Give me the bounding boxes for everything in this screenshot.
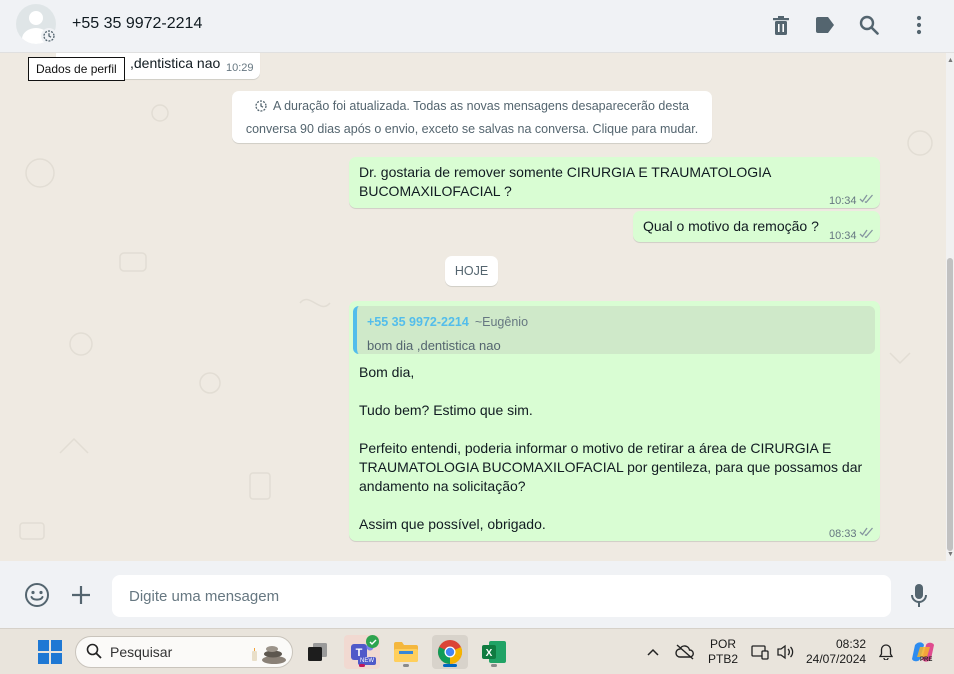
disappearing-timer-icon	[41, 28, 57, 44]
search-icon[interactable]	[856, 12, 882, 38]
svg-text:X: X	[486, 648, 493, 659]
running-indicator	[491, 664, 497, 667]
chat-scrollbar[interactable]: ▲ ▼	[946, 53, 954, 561]
message-input[interactable]	[112, 575, 891, 617]
clock[interactable]: 08:32 24/07/2024	[806, 637, 866, 667]
search-label: Pesquisar	[110, 644, 173, 660]
double-check-icon	[859, 226, 874, 245]
quote-text: bom dia ,dentistica nao	[367, 338, 501, 353]
chrome-app-icon[interactable]	[432, 635, 468, 669]
quoted-message[interactable]: +55 35 9972-2214 ~Eugênio bom dia ,dentis…	[353, 306, 875, 354]
language-line-1: POR	[709, 637, 736, 651]
microphone-icon[interactable]	[905, 582, 933, 610]
check-badge-icon	[366, 635, 379, 648]
notice-line-2: conversa 90 dias após o envio, exceto se…	[245, 122, 699, 136]
language-indicator[interactable]: POR PTB2	[706, 637, 740, 667]
chevron-up-icon[interactable]	[638, 635, 668, 669]
disappearing-messages-notice[interactable]: A duração foi atualizada. Todas as novas…	[232, 91, 712, 143]
chat-area[interactable]: ,dentistica nao 10:29 A duração foi atua…	[0, 53, 946, 561]
emoji-icon[interactable]	[23, 581, 51, 609]
message-composer	[0, 561, 954, 628]
menu-dots-icon[interactable]	[906, 12, 932, 38]
profile-tooltip: Dados de perfil	[28, 57, 125, 81]
double-check-icon	[859, 191, 874, 210]
message-time: 10:34	[829, 230, 857, 242]
teams-app-icon[interactable]: T NEW	[344, 635, 380, 669]
attach-plus-icon[interactable]	[67, 581, 95, 609]
double-check-icon	[859, 524, 874, 543]
taskbar-search[interactable]: Pesquisar	[75, 636, 293, 668]
message-time: 10:29	[226, 62, 254, 74]
label-icon[interactable]	[812, 12, 838, 38]
onedrive-offline-icon[interactable]	[670, 635, 700, 669]
volume-icon[interactable]	[773, 635, 797, 669]
copilot-pre-badge: PRE	[920, 657, 933, 663]
notification-bell-icon[interactable]	[874, 635, 898, 669]
message-outgoing[interactable]: Dr. gostaria de remover somente CIRURGIA…	[349, 157, 880, 208]
task-view-icon[interactable]	[300, 635, 336, 669]
language-line-2: PTB2	[707, 652, 738, 666]
message-text: ,dentistica nao	[130, 55, 221, 71]
trash-icon[interactable]	[768, 12, 794, 38]
quote-pushname: ~Eugênio	[474, 315, 529, 329]
quote-author: +55 35 9972-2214	[367, 315, 469, 329]
search-icon	[86, 643, 102, 662]
network-icon[interactable]	[748, 635, 772, 669]
windows-start-icon[interactable]	[32, 635, 68, 669]
active-indicator	[443, 664, 457, 667]
date-separator: HOJE	[445, 256, 498, 286]
clock-time: 08:32	[835, 637, 866, 651]
notice-line-1: A duração foi atualizada. Todas as novas…	[272, 99, 690, 113]
running-indicator	[359, 664, 365, 667]
file-explorer-icon[interactable]	[388, 635, 424, 669]
message-time: 08:33	[829, 528, 857, 540]
scroll-down-arrow-icon[interactable]: ▼	[947, 551, 954, 558]
message-text-line-1: Dr. gostaria de remover somente CIRURGIA…	[359, 164, 772, 180]
scroll-up-arrow-icon[interactable]: ▲	[947, 57, 954, 64]
contact-name[interactable]: +55 35 9972-2214	[72, 15, 202, 33]
scroll-thumb[interactable]	[947, 258, 953, 551]
timer-icon	[255, 98, 267, 119]
windows-taskbar: Pesquisar T NEW X POR PTB2 08:32 24/07/2…	[0, 628, 954, 674]
message-text: Bom dia, Tudo bem? Estimo que sim. Perfe…	[359, 364, 863, 532]
running-indicator	[403, 664, 409, 667]
message-outgoing-reply[interactable]: +55 35 9972-2214 ~Eugênio bom dia ,dentis…	[349, 301, 880, 541]
message-text-line-2: BUCOMAXILOFACIAL ?	[359, 183, 512, 199]
message-outgoing[interactable]: Qual o motivo da remoção ? 10:34	[633, 211, 880, 242]
excel-app-icon[interactable]: X	[476, 635, 512, 669]
search-highlight-stones-icon	[246, 641, 288, 668]
copilot-icon[interactable]: PRE	[906, 635, 940, 669]
clock-date: 24/07/2024	[806, 652, 867, 666]
message-time: 10:34	[829, 195, 857, 207]
chat-header: +55 35 9972-2214	[0, 0, 954, 53]
message-text: Qual o motivo da remoção ?	[643, 218, 819, 234]
